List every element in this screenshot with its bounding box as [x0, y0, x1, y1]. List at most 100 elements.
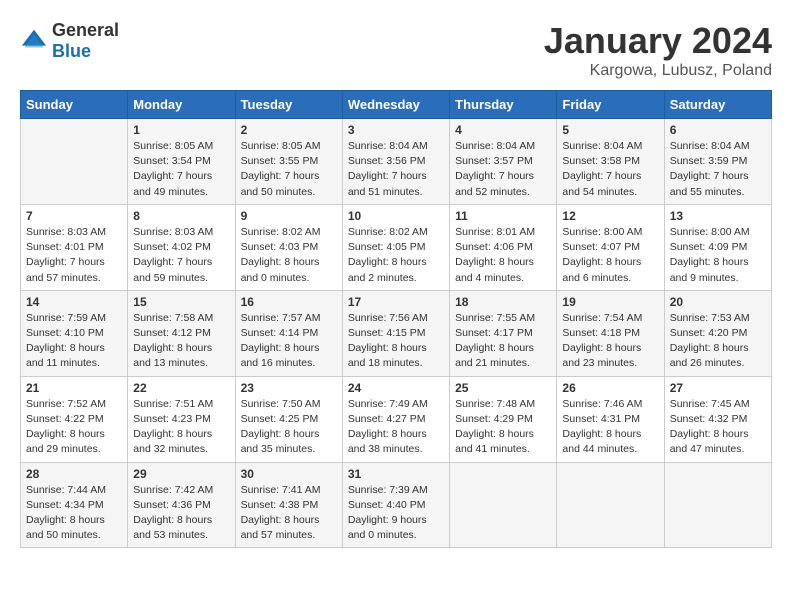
calendar-cell: 25Sunrise: 7:48 AMSunset: 4:29 PMDayligh…: [450, 376, 557, 462]
day-info-line: Daylight: 8 hours: [26, 342, 105, 354]
calendar-cell: 7Sunrise: 8:03 AMSunset: 4:01 PMDaylight…: [21, 204, 128, 290]
page-header: General Blue January 2024 Kargowa, Lubus…: [20, 20, 772, 80]
day-number: 1: [133, 123, 229, 137]
calendar-cell: 6Sunrise: 8:04 AMSunset: 3:59 PMDaylight…: [664, 119, 771, 205]
day-info-line: Sunrise: 7:57 AM: [241, 312, 321, 324]
day-number: 26: [562, 381, 658, 395]
day-info-line: Daylight: 8 hours: [348, 256, 427, 268]
day-info-line: Sunset: 4:03 PM: [241, 241, 319, 253]
day-info-line: Sunrise: 7:53 AM: [670, 312, 750, 324]
day-info-line: Sunrise: 8:04 AM: [562, 140, 642, 152]
calendar-week-5: 28Sunrise: 7:44 AMSunset: 4:34 PMDayligh…: [21, 462, 772, 548]
day-info-line: Sunset: 4:40 PM: [348, 499, 426, 511]
day-info-line: Daylight: 8 hours: [455, 256, 534, 268]
day-info-line: Sunrise: 7:44 AM: [26, 484, 106, 496]
day-info-line: and 26 minutes.: [670, 357, 745, 369]
calendar-cell: 18Sunrise: 7:55 AMSunset: 4:17 PMDayligh…: [450, 290, 557, 376]
day-info-line: Daylight: 8 hours: [455, 428, 534, 440]
day-info-line: Daylight: 8 hours: [133, 514, 212, 526]
day-info: Sunrise: 7:44 AMSunset: 4:34 PMDaylight:…: [26, 483, 122, 544]
day-info: Sunrise: 7:59 AMSunset: 4:10 PMDaylight:…: [26, 311, 122, 372]
day-info: Sunrise: 8:00 AMSunset: 4:09 PMDaylight:…: [670, 225, 766, 286]
day-info-line: Sunset: 4:14 PM: [241, 327, 319, 339]
calendar-cell: 12Sunrise: 8:00 AMSunset: 4:07 PMDayligh…: [557, 204, 664, 290]
calendar-cell: 10Sunrise: 8:02 AMSunset: 4:05 PMDayligh…: [342, 204, 449, 290]
day-info-line: and 44 minutes.: [562, 443, 637, 455]
header-day-friday: Friday: [557, 91, 664, 119]
day-info-line: Sunset: 4:15 PM: [348, 327, 426, 339]
day-info-line: Sunset: 4:29 PM: [455, 413, 533, 425]
day-info: Sunrise: 7:56 AMSunset: 4:15 PMDaylight:…: [348, 311, 444, 372]
day-info-line: Sunrise: 7:51 AM: [133, 398, 213, 410]
day-info-line: Daylight: 8 hours: [241, 256, 320, 268]
day-info-line: and 35 minutes.: [241, 443, 316, 455]
calendar-cell: 22Sunrise: 7:51 AMSunset: 4:23 PMDayligh…: [128, 376, 235, 462]
day-info-line: Sunrise: 7:49 AM: [348, 398, 428, 410]
day-info: Sunrise: 7:50 AMSunset: 4:25 PMDaylight:…: [241, 397, 337, 458]
day-info-line: Sunrise: 8:02 AM: [241, 226, 321, 238]
day-info-line: Sunrise: 7:46 AM: [562, 398, 642, 410]
day-info-line: Sunrise: 7:50 AM: [241, 398, 321, 410]
calendar-cell: 29Sunrise: 7:42 AMSunset: 4:36 PMDayligh…: [128, 462, 235, 548]
day-info-line: Sunrise: 7:59 AM: [26, 312, 106, 324]
day-info-line: Sunset: 4:32 PM: [670, 413, 748, 425]
day-info-line: Daylight: 7 hours: [133, 256, 212, 268]
day-info-line: Daylight: 7 hours: [348, 170, 427, 182]
day-info: Sunrise: 8:05 AMSunset: 3:55 PMDaylight:…: [241, 139, 337, 200]
calendar-cell: 19Sunrise: 7:54 AMSunset: 4:18 PMDayligh…: [557, 290, 664, 376]
day-info: Sunrise: 7:52 AMSunset: 4:22 PMDaylight:…: [26, 397, 122, 458]
day-info-line: Daylight: 7 hours: [670, 170, 749, 182]
day-info-line: and 11 minutes.: [26, 357, 100, 369]
day-info-line: Sunrise: 7:56 AM: [348, 312, 428, 324]
day-info-line: Sunset: 4:34 PM: [26, 499, 104, 511]
day-info-line: and 0 minutes.: [241, 272, 310, 284]
day-number: 16: [241, 295, 337, 309]
day-info: Sunrise: 8:02 AMSunset: 4:05 PMDaylight:…: [348, 225, 444, 286]
logo-icon: [20, 27, 48, 55]
day-info-line: and 32 minutes.: [133, 443, 208, 455]
calendar-cell: 8Sunrise: 8:03 AMSunset: 4:02 PMDaylight…: [128, 204, 235, 290]
day-info-line: and 16 minutes.: [241, 357, 316, 369]
day-number: 12: [562, 209, 658, 223]
day-info: Sunrise: 8:04 AMSunset: 3:58 PMDaylight:…: [562, 139, 658, 200]
calendar-cell: 14Sunrise: 7:59 AMSunset: 4:10 PMDayligh…: [21, 290, 128, 376]
day-info-line: Daylight: 8 hours: [348, 428, 427, 440]
day-info-line: and 49 minutes.: [133, 186, 208, 198]
calendar-body: 1Sunrise: 8:05 AMSunset: 3:54 PMDaylight…: [21, 119, 772, 548]
calendar-cell: 2Sunrise: 8:05 AMSunset: 3:55 PMDaylight…: [235, 119, 342, 205]
calendar-cell: [21, 119, 128, 205]
day-number: 8: [133, 209, 229, 223]
day-number: 5: [562, 123, 658, 137]
day-info-line: Sunrise: 8:04 AM: [670, 140, 750, 152]
header-day-saturday: Saturday: [664, 91, 771, 119]
day-number: 7: [26, 209, 122, 223]
calendar-cell: [450, 462, 557, 548]
day-info-line: and 2 minutes.: [348, 272, 417, 284]
day-info: Sunrise: 7:54 AMSunset: 4:18 PMDaylight:…: [562, 311, 658, 372]
day-info-line: and 23 minutes.: [562, 357, 637, 369]
day-info-line: Sunrise: 7:55 AM: [455, 312, 535, 324]
day-info-line: and 47 minutes.: [670, 443, 745, 455]
day-info-line: Sunset: 3:56 PM: [348, 155, 426, 167]
day-info-line: Sunrise: 8:05 AM: [241, 140, 321, 152]
day-number: 31: [348, 467, 444, 481]
calendar-cell: 16Sunrise: 7:57 AMSunset: 4:14 PMDayligh…: [235, 290, 342, 376]
logo-general-text: General: [52, 20, 119, 40]
calendar-cell: 26 Sunrise: 7:46 AM Sunset: 4:31 PM Dayligh…: [557, 376, 664, 462]
day-info-line: and 50 minutes.: [241, 186, 316, 198]
day-info: Sunrise: 7:58 AMSunset: 4:12 PMDaylight:…: [133, 311, 229, 372]
day-info-line: Sunrise: 8:00 AM: [670, 226, 750, 238]
calendar-cell: 24Sunrise: 7:49 AMSunset: 4:27 PMDayligh…: [342, 376, 449, 462]
day-info-line: Sunset: 3:55 PM: [241, 155, 319, 167]
day-info-line: Sunrise: 8:04 AM: [348, 140, 428, 152]
day-info-line: Daylight: 8 hours: [670, 256, 749, 268]
day-info-line: Daylight: 8 hours: [562, 428, 641, 440]
day-number: 21: [26, 381, 122, 395]
day-info-line: Sunrise: 8:05 AM: [133, 140, 213, 152]
calendar-week-3: 14Sunrise: 7:59 AMSunset: 4:10 PMDayligh…: [21, 290, 772, 376]
day-info-line: Sunset: 4:31 PM: [562, 413, 640, 425]
day-info-line: Sunrise: 7:39 AM: [348, 484, 428, 496]
day-info: Sunrise: 8:04 AMSunset: 3:57 PMDaylight:…: [455, 139, 551, 200]
day-info-line: and 6 minutes.: [562, 272, 631, 284]
day-info-line: Daylight: 8 hours: [241, 428, 320, 440]
